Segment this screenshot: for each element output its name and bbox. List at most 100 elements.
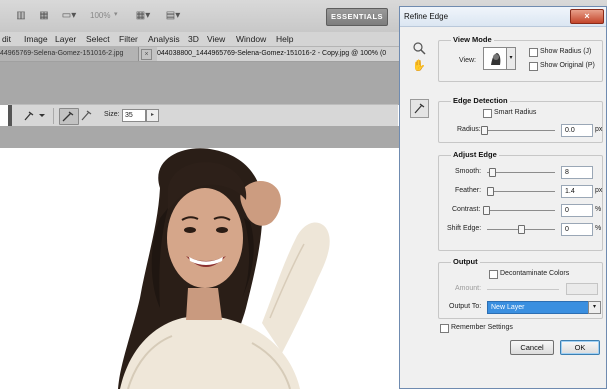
smooth-label: Smooth: (455, 168, 482, 175)
dialog-title: Refine Edge (404, 12, 449, 21)
edge-detection-title: Edge Detection (451, 96, 510, 105)
menu-layer[interactable]: Layer (55, 34, 76, 44)
hand-tool-icon[interactable]: ✋ (412, 59, 426, 73)
brush-size-input[interactable]: 35 (122, 109, 146, 122)
tool-preset-picker[interactable] (22, 109, 46, 122)
document-canvas[interactable] (0, 148, 400, 390)
erase-refinements-brush-icon (81, 110, 92, 121)
doc-tab-original[interactable]: 44965769-Selena-Gomez-151016-2.jpg (0, 47, 139, 61)
radius-unit: px (595, 126, 603, 133)
dialog-title-bar[interactable]: Refine Edge × (400, 7, 606, 27)
adjust-edge-group: Adjust Edge Smooth: 8 Feather: 1.4 px Co… (438, 150, 603, 251)
feather-slider-track[interactable] (487, 191, 555, 192)
zoom-dropdown-icon[interactable]: ▾ (114, 10, 118, 18)
refine-radius-tool-icon (24, 111, 45, 121)
contrast-unit: % (595, 206, 602, 213)
magnifier-icon (413, 42, 426, 55)
adjust-edge-title: Adjust Edge (451, 150, 499, 159)
shift-edge-label: Shift Edge: (447, 225, 482, 232)
radius-label: Radius: (457, 126, 481, 133)
view-mode-title: View Mode (451, 35, 494, 44)
remember-settings-label: Remember Settings (451, 324, 513, 331)
erase-refinements-tool-button[interactable] (79, 108, 95, 123)
output-to-select[interactable]: New Layer (487, 301, 589, 314)
view-mode-preview-icon (491, 53, 501, 65)
refine-radius-dialog-tool[interactable] (410, 99, 429, 118)
menu-bar: dit Image Layer Select Filter Analysis 3… (0, 32, 400, 47)
menu-image[interactable]: Image (24, 34, 48, 44)
smooth-value-input[interactable]: 8 (561, 166, 593, 179)
dialog-close-button[interactable]: × (570, 9, 604, 24)
edge-detection-group: Edge Detection Smart Radius Radius: 0.0 … (438, 96, 603, 143)
view-extras-icon[interactable]: ▭▾ (58, 10, 80, 22)
size-label: Size: (104, 111, 120, 118)
refine-radius-tool-button[interactable] (59, 108, 79, 125)
document-tabs: 44965769-Selena-Gomez-151016-2.jpg × 044… (0, 47, 400, 62)
menu-analysis[interactable]: Analysis (148, 34, 180, 44)
view-mode-group: View Mode View: ▾ Show Radius (J) Show O… (438, 35, 603, 82)
decontaminate-colors-label: Decontaminate Colors (500, 270, 570, 277)
cancel-button[interactable]: Cancel (510, 340, 554, 355)
refine-edge-dialog: Refine Edge × ✋ View Mode View: ▾ Show R… (399, 6, 607, 389)
photo-portrait-image (118, 148, 330, 390)
remember-settings-checkbox[interactable] (440, 324, 449, 333)
feather-label: Feather: (455, 187, 482, 194)
output-to-dropdown-icon[interactable]: ▾ (588, 301, 601, 314)
refine-radius-brush-icon (62, 111, 74, 122)
screen-mode-icon[interactable]: ▤▾ (162, 10, 184, 22)
menu-select[interactable]: Select (86, 34, 110, 44)
view-mode-thumbnail[interactable] (483, 47, 507, 70)
feather-value-input[interactable]: 1.4 (561, 185, 593, 198)
separator (53, 108, 54, 124)
menu-filter[interactable]: Filter (119, 34, 138, 44)
dialog-body: ✋ View Mode View: ▾ Show Radius (J) Show… (400, 27, 606, 388)
menu-edit[interactable]: dit (2, 34, 11, 44)
amount-value-input[interactable] (566, 283, 598, 295)
menu-help[interactable]: Help (276, 34, 293, 44)
shift-edge-slider-thumb[interactable] (518, 225, 525, 234)
radius-slider-track[interactable] (483, 130, 555, 131)
essentials-workspace-button[interactable]: ESSENTIALS (326, 8, 388, 26)
shift-edge-unit: % (595, 225, 602, 232)
show-radius-label: Show Radius (J) (540, 48, 592, 55)
feather-unit: px (595, 187, 603, 194)
bridge-icon[interactable]: ▥ (14, 10, 28, 22)
mini-bridge-icon[interactable]: ▦ (37, 10, 51, 22)
close-tab-icon[interactable]: × (141, 49, 152, 60)
show-radius-checkbox[interactable] (529, 48, 538, 57)
close-icon: × (584, 11, 590, 21)
menu-view[interactable]: View (207, 34, 225, 44)
shift-edge-value-input[interactable]: 0 (561, 223, 593, 236)
smooth-slider-thumb[interactable] (489, 168, 496, 177)
feather-slider-thumb[interactable] (487, 187, 494, 196)
arrange-documents-icon[interactable]: ▦▾ (132, 10, 154, 22)
contrast-label: Contrast: (452, 206, 481, 213)
contrast-value-input[interactable]: 0 (561, 204, 593, 217)
zoom-tool-button[interactable] (412, 41, 426, 55)
amount-label: Amount: (455, 285, 482, 292)
output-to-label: Output To: (449, 303, 482, 310)
radius-value-input[interactable]: 0.0 (561, 124, 593, 137)
decontaminate-colors-checkbox[interactable] (489, 270, 498, 279)
show-original-label: Show Original (P) (540, 62, 595, 69)
view-mode-dropdown-icon[interactable]: ▾ (506, 47, 516, 70)
ok-button[interactable]: OK (560, 340, 600, 355)
doc-tab-copy[interactable]: 044038800_1444965769-Selena-Gomez-151016… (157, 47, 400, 61)
zoom-level[interactable]: 100% (90, 11, 110, 20)
smart-radius-checkbox[interactable] (483, 109, 492, 118)
size-slider-arrow-icon[interactable]: ▸ (146, 109, 159, 122)
contrast-slider-thumb[interactable] (483, 206, 490, 215)
amount-slider-track[interactable] (487, 289, 559, 290)
menu-3d[interactable]: 3D (188, 34, 199, 44)
radius-slider-thumb[interactable] (481, 126, 488, 135)
menu-window[interactable]: Window (236, 34, 266, 44)
tool-options-bar: Size: 35 ▸ (8, 104, 398, 128)
output-group: Output Decontaminate Colors Amount: Outp… (438, 257, 603, 319)
workspace-background (0, 62, 400, 105)
workspace-background-lower (0, 126, 400, 148)
options-bar-grip[interactable] (8, 105, 12, 127)
show-original-checkbox[interactable] (529, 62, 538, 71)
contrast-slider-track[interactable] (487, 210, 555, 211)
output-title: Output (451, 257, 480, 266)
smooth-slider-track[interactable] (487, 172, 555, 173)
